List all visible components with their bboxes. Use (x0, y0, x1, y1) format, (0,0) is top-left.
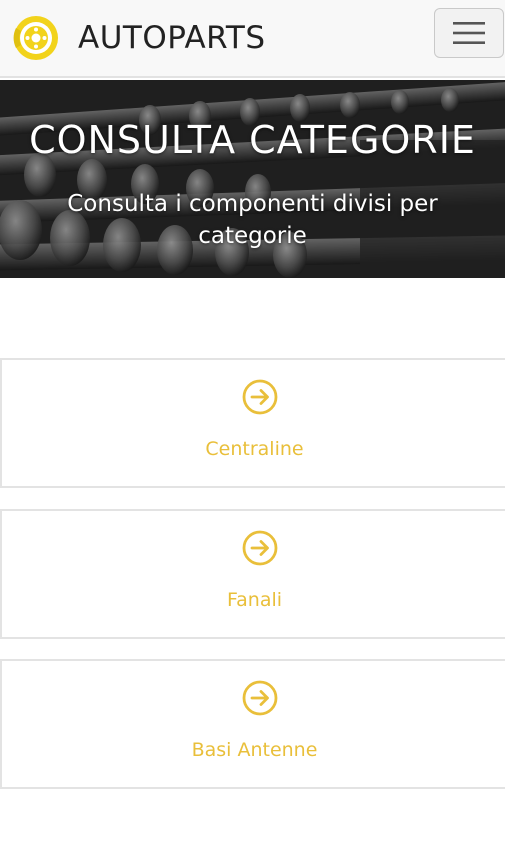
page-subtitle: Consulta i componenti divisi per categor… (67, 191, 438, 249)
arrow-right-circle-icon (242, 680, 278, 716)
menu-toggle-button[interactable] (434, 8, 504, 58)
arrow-right-circle-icon (242, 530, 278, 566)
brake-disc-logo-icon (13, 16, 58, 60)
arrow-right-circle-icon (242, 379, 278, 415)
category-card-basi-antenne[interactable]: Basi Antenne (0, 659, 505, 789)
category-label: Centraline (205, 438, 304, 460)
hero-banner: CONSULTA CATEGORIE Consulta i componenti… (0, 80, 505, 278)
brand-link[interactable]: AUTOPARTS (10, 14, 266, 62)
category-label: Fanali (226, 589, 283, 611)
category-card-fanali[interactable]: Fanali (0, 509, 505, 639)
category-label: Basi Antenne (191, 739, 318, 761)
hamburger-menu-icon (453, 22, 485, 44)
top-navbar: AUTOPARTS (0, 0, 505, 78)
category-card-centraline[interactable]: Centraline (0, 358, 505, 488)
brand-name: AUTOPARTS (78, 20, 266, 56)
page-title: CONSULTA CATEGORIE (29, 118, 476, 162)
